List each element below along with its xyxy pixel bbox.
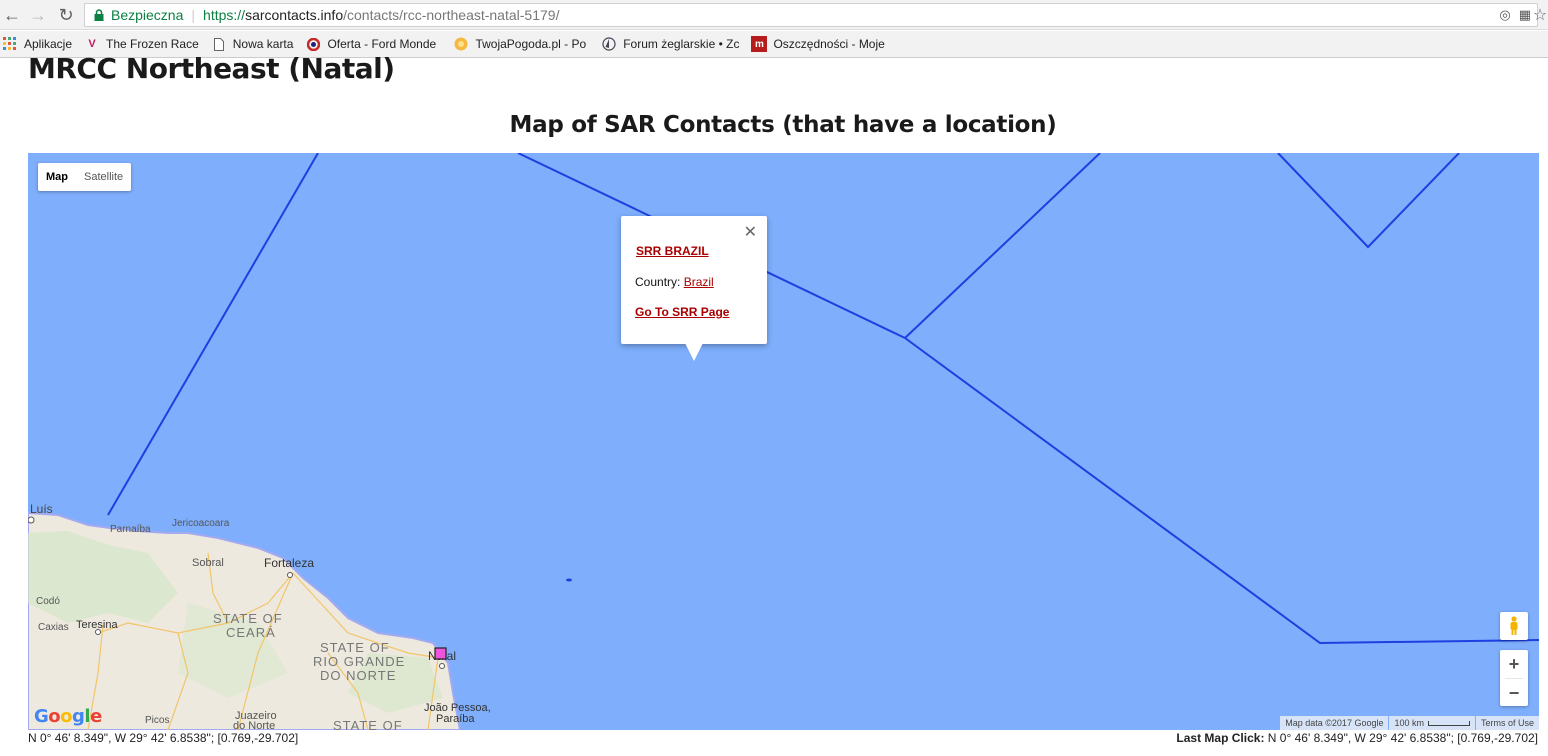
map-type-control: Map Satellite	[38, 163, 132, 191]
map-data-text: Map data ©2017 Google	[1280, 716, 1389, 730]
terms-link[interactable]: Terms of Use	[1475, 716, 1539, 730]
map-type-satellite-button[interactable]: Satellite	[76, 163, 131, 191]
bookmark-twojapogoda[interactable]: TwojaPogoda.pl - Po	[453, 33, 593, 55]
url-protocol: https://	[203, 7, 246, 23]
ford-icon	[305, 36, 321, 52]
map-heading: Map of SAR Contacts (that have a locatio…	[509, 112, 1057, 138]
secure-label: Bezpieczna	[111, 7, 184, 23]
info-window: ✕ SRR BRAZIL Country: Brazil Go To SRR P…	[621, 216, 767, 361]
street-view-pegman-icon[interactable]	[1500, 612, 1528, 640]
zoom-out-button[interactable]: −	[1500, 679, 1528, 707]
label-state-rn-3: DO NORTE	[320, 668, 396, 683]
label-codo: Codó	[36, 596, 60, 607]
label-state-ceara-2: CEARÁ	[226, 625, 276, 640]
last-click-label: Last Map Click:	[1176, 731, 1265, 745]
scale-label: 100 km	[1394, 718, 1424, 728]
google-logo: Google	[34, 706, 102, 727]
scale-line	[1427, 721, 1470, 727]
label-state-rn-2: RIO GRANDE	[313, 654, 405, 669]
apps-grid-icon	[2, 36, 18, 52]
go-to-srr-link[interactable]: Go To SRR Page	[635, 305, 729, 319]
label-sobral: Sobral	[192, 557, 224, 569]
address-bar[interactable]: Bezpieczna | https://sarcontacts.info/co…	[84, 3, 1538, 27]
contact-marker	[434, 647, 447, 660]
bookmark-oszczednosci[interactable]: m Oszczędności - Moje	[751, 33, 888, 55]
label-juazeiro-2: do Norte	[233, 720, 275, 730]
url-path: /contacts/rcc-northeast-natal-5179/	[343, 7, 560, 23]
sun-icon	[453, 36, 469, 52]
label-jericoacoara: Jericoacoara	[172, 518, 230, 529]
map-attribution: Map data ©2017 Google 100 km Terms of Us…	[1279, 716, 1539, 730]
zoom-in-button[interactable]: +	[1500, 650, 1528, 678]
bookmark-forum[interactable]: Forum żeglarskie • Zc	[601, 33, 743, 55]
label-parnaiba: Parnaíba	[110, 524, 151, 535]
bookmark-label: Oferta - Ford Monde	[327, 37, 437, 51]
page-icon	[211, 36, 227, 52]
star-icon[interactable]: ☆	[1528, 3, 1548, 27]
bookmark-label: Nowa karta	[232, 37, 294, 51]
bookmark-label: Oszczędności - Moje	[773, 37, 885, 51]
browser-toolbar: ← → ↻ Bezpieczna | https://sarcontacts.i…	[0, 0, 1548, 30]
label-fortaleza: Fortaleza	[264, 556, 314, 570]
back-arrow-icon[interactable]: ←	[0, 3, 24, 27]
bookmark-label: TwojaPogoda.pl - Po	[475, 37, 587, 51]
lock-icon	[94, 9, 104, 21]
last-map-click: Last Map Click: N 0° 46' 8.349", W 29° 4…	[1176, 731, 1538, 745]
bookmark-label: The Frozen Race	[106, 37, 199, 51]
forward-arrow-icon[interactable]: →	[26, 3, 50, 27]
map-type-map-button[interactable]: Map	[38, 163, 76, 191]
label-state-ceara-1: STATE OF	[213, 611, 283, 626]
map-canvas[interactable]: Luís Parnaíba Jericoacoara Sobral Fortal…	[28, 153, 1539, 730]
label-caxias: Caxias	[38, 622, 69, 633]
cursor-coordinates: N 0° 46' 8.349", W 29° 42' 6.8538"; [0.7…	[28, 731, 299, 745]
location-icon[interactable]: ◎	[1499, 7, 1510, 23]
label-paraiba: Paraíba	[436, 713, 475, 725]
srr-title-link[interactable]: SRR BRAZIL	[636, 244, 709, 258]
label-state-rn-1: STATE OF	[320, 640, 390, 655]
m-logo-icon: m	[751, 36, 768, 52]
scale-bar[interactable]: 100 km	[1389, 716, 1475, 730]
label-picos: Picos	[145, 715, 169, 726]
url-host: sarcontacts.info	[245, 7, 344, 23]
sail-icon	[601, 36, 617, 52]
page-title: MRCC Northeast (Natal)	[28, 52, 395, 85]
country-row: Country: Brazil	[635, 275, 714, 289]
omnibox-divider: |	[191, 7, 196, 23]
reload-icon[interactable]: ↻	[54, 3, 78, 27]
label-state-bottom: STATE OF	[333, 718, 403, 730]
vr-logo-icon: V	[88, 38, 96, 50]
bookmark-label: Forum żeglarskie • Zc	[623, 37, 740, 51]
label-luis: Luís	[30, 502, 53, 516]
last-click-value: N 0° 46' 8.349", W 29° 42' 6.8538"; [0.7…	[1264, 731, 1538, 745]
close-icon[interactable]: ✕	[744, 222, 757, 242]
zoom-control: + −	[1500, 650, 1528, 706]
country-link[interactable]: Brazil	[684, 275, 714, 289]
info-window-tail	[685, 343, 703, 361]
country-label: Country:	[635, 275, 681, 289]
bookmark-label: Aplikacje	[24, 37, 73, 51]
map-base-layer: Luís Parnaíba Jericoacoara Sobral Fortal…	[28, 153, 1539, 730]
